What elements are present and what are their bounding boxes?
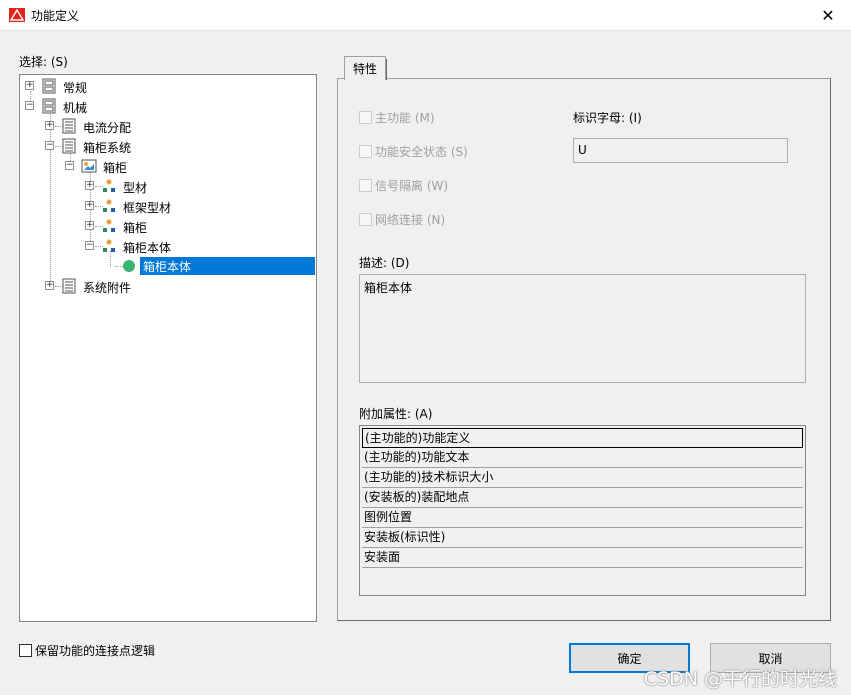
tree-node-profile[interactable]: + 型材 <box>20 177 316 195</box>
id-letter-field[interactable]: U <box>573 138 788 163</box>
tree-label: 选择: (S) <box>19 55 68 69</box>
list-item[interactable]: (主功能的)技术标识大小 <box>362 468 803 488</box>
component-icon <box>103 199 115 212</box>
main-function-checkbox[interactable]: 主功能 (M) <box>359 109 435 126</box>
tree-node-label: 电流分配 <box>83 121 132 135</box>
list-item[interactable]: (主功能的)功能定义 <box>362 428 803 448</box>
green-dot-icon <box>123 260 135 272</box>
tree-node-label: 箱柜 <box>103 161 128 175</box>
collapse-icon[interactable]: − <box>85 241 94 250</box>
network-connection-checkbox[interactable]: 网络连接 (N) <box>359 211 445 228</box>
close-button[interactable]: ✕ <box>805 0 851 31</box>
extra-properties-list[interactable]: (主功能的)功能定义 (主功能的)功能文本 (主功能的)技术标识大小 (安装板的… <box>359 425 806 596</box>
list-item[interactable]: (主功能的)功能文本 <box>362 448 803 468</box>
description-label: 描述: (D) <box>359 256 410 270</box>
app-warning-icon <box>9 8 25 22</box>
list-item[interactable]: 图例位置 <box>362 508 803 528</box>
component-icon <box>103 239 115 252</box>
checkbox-label: 主功能 (M) <box>375 111 435 125</box>
rack-icon <box>62 138 76 154</box>
keep-connection-logic-checkbox[interactable]: 保留功能的连接点逻辑 <box>19 642 155 659</box>
checkbox-label: 信号隔离 (W) <box>375 179 449 193</box>
tree-node-cabinet[interactable]: − 箱柜 <box>20 157 316 175</box>
tree-node-cabinet-body[interactable]: − 箱柜本体 <box>20 237 316 255</box>
watermark: CSDN @平行的时光线 <box>643 668 837 690</box>
close-icon: ✕ <box>821 6 835 25</box>
tab-properties[interactable]: 特性 <box>344 56 387 80</box>
tree-node-label: 箱柜 <box>123 221 148 235</box>
tree-node-cabinet-body-function[interactable]: 箱柜本体 <box>20 257 316 275</box>
tree-node-mechanical[interactable]: − 机械 <box>20 97 316 115</box>
title-bar: 功能定义 ✕ <box>0 0 851 31</box>
tree-node-cabinet-system[interactable]: − 箱柜系统 <box>20 137 316 155</box>
expand-icon[interactable]: + <box>85 181 94 190</box>
list-item[interactable]: 安装板(标识性) <box>362 528 803 548</box>
picture-icon <box>81 159 97 173</box>
collapse-icon[interactable]: − <box>45 141 54 150</box>
tree-node-label: 型材 <box>123 181 148 195</box>
rack-icon <box>62 118 76 134</box>
checkbox-box[interactable] <box>359 213 372 226</box>
expand-icon[interactable]: + <box>45 281 54 290</box>
ok-button-label: 确定 <box>617 651 642 666</box>
list-item[interactable]: (安装板的)装配地点 <box>362 488 803 508</box>
functional-safety-checkbox[interactable]: 功能安全状态 (S) <box>359 143 468 160</box>
tree-node-system-accessories[interactable]: + 系统附件 <box>20 277 316 295</box>
description-value: 箱柜本体 <box>364 281 413 295</box>
expand-icon[interactable]: + <box>85 221 94 230</box>
checkbox-label: 网络连接 (N) <box>375 213 446 227</box>
tree-node-current-distribution[interactable]: + 电流分配 <box>20 117 316 135</box>
tree-node-cabinet-sub[interactable]: + 箱柜 <box>20 217 316 235</box>
tree-node-frame-profile[interactable]: + 框架型材 <box>20 197 316 215</box>
function-tree[interactable]: + 常规 − 机械 + 电流分配 − 箱柜系统 − 箱柜 + 型材 + 框架型材… <box>19 74 317 622</box>
tree-node-label-selected: 箱柜本体 <box>140 257 315 275</box>
tree-node-label: 框架型材 <box>123 201 172 215</box>
tree-node-label: 机械 <box>63 101 88 115</box>
tree-node-label: 系统附件 <box>83 281 132 295</box>
checkbox-label: 保留功能的连接点逻辑 <box>35 644 156 658</box>
checkbox-box[interactable] <box>19 644 32 657</box>
checkbox-label: 功能安全状态 (S) <box>375 145 468 159</box>
checkbox-box[interactable] <box>359 111 372 124</box>
list-item[interactable]: 安装面 <box>362 548 803 568</box>
id-letter-value: U <box>578 143 587 157</box>
window-title: 功能定义 <box>31 9 80 23</box>
checkbox-box[interactable] <box>359 145 372 158</box>
description-field[interactable]: 箱柜本体 <box>359 274 806 383</box>
expand-icon[interactable]: + <box>25 81 34 90</box>
component-icon <box>103 219 115 232</box>
cabinet-icon <box>42 78 56 94</box>
tab-label: 特性 <box>352 62 377 76</box>
id-letter-label: 标识字母: (I) <box>573 111 642 125</box>
tree-node-general[interactable]: + 常规 <box>20 77 316 95</box>
signal-isolation-checkbox[interactable]: 信号隔离 (W) <box>359 177 448 194</box>
tree-node-label: 常规 <box>63 81 88 95</box>
tree-node-label: 箱柜本体 <box>123 241 172 255</box>
expand-icon[interactable]: + <box>85 201 94 210</box>
component-icon <box>103 179 115 192</box>
checkbox-box[interactable] <box>359 179 372 192</box>
expand-icon[interactable]: + <box>45 121 54 130</box>
cabinet-icon <box>42 98 56 114</box>
tree-node-label: 箱柜系统 <box>83 141 132 155</box>
collapse-icon[interactable]: − <box>65 161 74 170</box>
collapse-icon[interactable]: − <box>25 101 34 110</box>
extra-properties-label: 附加属性: (A) <box>359 407 433 421</box>
rack-icon <box>62 278 76 294</box>
